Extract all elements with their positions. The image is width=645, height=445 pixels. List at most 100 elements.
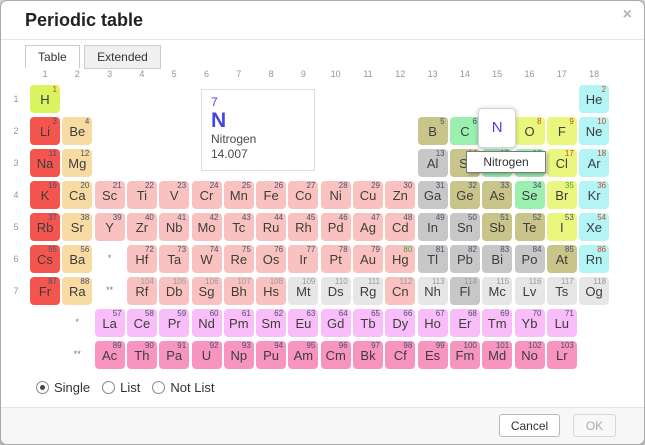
element-cell-Th[interactable]: 90Th [127, 341, 157, 369]
cancel-button[interactable]: Cancel [499, 414, 560, 437]
element-cell-Kr[interactable]: 36Kr [579, 181, 609, 209]
element-cell-Cf[interactable]: 98Cf [385, 341, 415, 369]
element-cell-Hs[interactable]: 108Hs [256, 277, 286, 305]
element-cell-Md[interactable]: 101Md [482, 341, 512, 369]
element-cell-Fl[interactable]: 114Fl [450, 277, 480, 305]
element-cell-F[interactable]: 9F [547, 117, 577, 145]
tab-extended[interactable]: Extended [84, 45, 161, 69]
element-cell-Rh[interactable]: 45Rh [288, 213, 318, 241]
element-cell-Cn[interactable]: 112Cn [385, 277, 415, 305]
element-cell-Cu[interactable]: 29Cu [353, 181, 383, 209]
element-cell-Ar[interactable]: 18Ar [579, 149, 609, 177]
element-cell-Ag[interactable]: 47Ag [353, 213, 383, 241]
element-cell-At[interactable]: 85At [547, 245, 577, 273]
element-cell-Bi[interactable]: 83Bi [482, 245, 512, 273]
element-cell-Bk[interactable]: 97Bk [353, 341, 383, 369]
element-cell-H[interactable]: 1H [30, 85, 60, 113]
element-cell-No[interactable]: 102No [515, 341, 545, 369]
element-cell-Rn[interactable]: 86Rn [579, 245, 609, 273]
element-cell-Ni[interactable]: 28Ni [321, 181, 351, 209]
ok-button[interactable]: OK [573, 414, 616, 437]
radio-not-list[interactable]: Not List [152, 380, 214, 395]
element-cell-Rb[interactable]: 37Rb [30, 213, 60, 241]
element-cell-Se[interactable]: 34Se [515, 181, 545, 209]
element-cell-Lr[interactable]: 103Lr [547, 341, 577, 369]
element-cell-Hf[interactable]: 72Hf [127, 245, 157, 273]
element-cell-Rg[interactable]: 111Rg [353, 277, 383, 305]
element-cell-Co[interactable]: 27Co [288, 181, 318, 209]
tab-table[interactable]: Table [25, 45, 80, 69]
element-cell-Nb[interactable]: 41Nb [159, 213, 189, 241]
element-cell-Zn[interactable]: 30Zn [385, 181, 415, 209]
element-cell-Cl[interactable]: 17Cl [547, 149, 577, 177]
element-cell-Ir[interactable]: 77Ir [288, 245, 318, 273]
element-cell-Og[interactable]: 118Og [579, 277, 609, 305]
element-cell-C[interactable]: 6C [450, 117, 480, 145]
element-cell-Pr[interactable]: 59Pr [159, 309, 189, 337]
element-cell-Cd[interactable]: 48Cd [385, 213, 415, 241]
element-cell-Bh[interactable]: 107Bh [224, 277, 254, 305]
element-cell-Ta[interactable]: 73Ta [159, 245, 189, 273]
element-cell-Mt[interactable]: 109Mt [288, 277, 318, 305]
element-cell-Ne[interactable]: 10Ne [579, 117, 609, 145]
element-cell-Xe[interactable]: 54Xe [579, 213, 609, 241]
element-cell-In[interactable]: 49In [418, 213, 448, 241]
element-cell-U[interactable]: 92U [192, 341, 222, 369]
element-cell-Al[interactable]: 13Al [418, 149, 448, 177]
element-cell-Sr[interactable]: 38Sr [62, 213, 92, 241]
element-cell-Lu[interactable]: 71Lu [547, 309, 577, 337]
element-cell-Te[interactable]: 52Te [515, 213, 545, 241]
element-cell-Au[interactable]: 79Au [353, 245, 383, 273]
element-cell-Li[interactable]: 3Li [30, 117, 60, 145]
element-cell-Ho[interactable]: 67Ho [418, 309, 448, 337]
element-cell-Hg[interactable]: 80Hg [385, 245, 415, 273]
element-cell-Np[interactable]: 93Np [224, 341, 254, 369]
element-cell-Pm[interactable]: 61Pm [224, 309, 254, 337]
element-cell-Be[interactable]: 4Be [62, 117, 92, 145]
element-cell-Pa[interactable]: 91Pa [159, 341, 189, 369]
element-cell-Ce[interactable]: 58Ce [127, 309, 157, 337]
element-cell-La[interactable]: 57La [95, 309, 125, 337]
element-cell-Sg[interactable]: 106Sg [192, 277, 222, 305]
element-cell-Tl[interactable]: 81Tl [418, 245, 448, 273]
element-cell-Tc[interactable]: 43Tc [224, 213, 254, 241]
element-cell-Os[interactable]: 76Os [256, 245, 286, 273]
element-cell-Tm[interactable]: 69Tm [482, 309, 512, 337]
element-cell-Mo[interactable]: 42Mo [192, 213, 222, 241]
element-cell-Tb[interactable]: 65Tb [353, 309, 383, 337]
element-cell-Ra[interactable]: 88Ra [62, 277, 92, 305]
element-cell-Ac[interactable]: 89Ac [95, 341, 125, 369]
element-cell-Na[interactable]: 11Na [30, 149, 60, 177]
close-icon[interactable]: × [623, 7, 632, 23]
element-cell-Y[interactable]: 39Y [95, 213, 125, 241]
element-cell-Gd[interactable]: 64Gd [321, 309, 351, 337]
element-cell-Cr[interactable]: 24Cr [192, 181, 222, 209]
element-cell-Re[interactable]: 75Re [224, 245, 254, 273]
element-cell-Pu[interactable]: 94Pu [256, 341, 286, 369]
element-cell-Ti[interactable]: 22Ti [127, 181, 157, 209]
element-cell-N[interactable]: 7N [478, 108, 516, 148]
element-cell-Nd[interactable]: 60Nd [192, 309, 222, 337]
element-cell-Mc[interactable]: 115Mc [482, 277, 512, 305]
element-cell-Fr[interactable]: 87Fr [30, 277, 60, 305]
element-cell-Sm[interactable]: 62Sm [256, 309, 286, 337]
element-cell-Ru[interactable]: 44Ru [256, 213, 286, 241]
element-cell-Eu[interactable]: 63Eu [288, 309, 318, 337]
element-cell-K[interactable]: 19K [30, 181, 60, 209]
element-cell-Fe[interactable]: 26Fe [256, 181, 286, 209]
element-cell-Ca[interactable]: 20Ca [62, 181, 92, 209]
element-cell-Ts[interactable]: 117Ts [547, 277, 577, 305]
element-cell-Sb[interactable]: 51Sb [482, 213, 512, 241]
element-cell-Zr[interactable]: 40Zr [127, 213, 157, 241]
element-cell-Cm[interactable]: 96Cm [321, 341, 351, 369]
element-cell-Ds[interactable]: 110Ds [321, 277, 351, 305]
element-cell-Pt[interactable]: 78Pt [321, 245, 351, 273]
element-cell-Rf[interactable]: 104Rf [127, 277, 157, 305]
element-cell-Ge[interactable]: 32Ge [450, 181, 480, 209]
element-cell-Cs[interactable]: 55Cs [30, 245, 60, 273]
element-cell-O[interactable]: 8O [515, 117, 545, 145]
element-cell-Ba[interactable]: 56Ba [62, 245, 92, 273]
element-cell-I[interactable]: 53I [547, 213, 577, 241]
element-cell-Ga[interactable]: 31Ga [418, 181, 448, 209]
element-cell-Br[interactable]: 35Br [547, 181, 577, 209]
